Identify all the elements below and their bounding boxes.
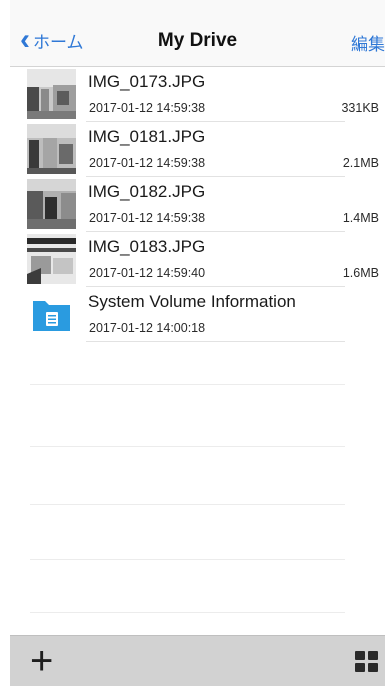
file-name: IMG_0181.JPG <box>88 127 206 146</box>
empty-row-divider <box>30 559 345 560</box>
file-date: 2017-01-12 14:59:40 <box>89 266 206 280</box>
file-size: 1.4MB <box>342 211 379 225</box>
file-row[interactable]: IMG_0183.JPG 2017-01-12 14:59:40 1.6MB <box>10 232 385 287</box>
row-divider <box>86 341 345 342</box>
folder-date: 2017-01-12 14:00:18 <box>89 321 206 335</box>
navigation-bar: ‹ ホーム My Drive 編集 <box>10 0 385 67</box>
folder-icon <box>27 289 76 339</box>
folder-name: System Volume Information <box>88 292 296 311</box>
file-date: 2017-01-12 14:59:38 <box>89 156 206 170</box>
app-screen: ‹ ホーム My Drive 編集 IMG_0173.JPG 2017-01-1… <box>10 0 385 686</box>
photo-thumbnail <box>27 179 76 229</box>
file-size: 331KB <box>341 101 379 115</box>
file-row[interactable]: IMG_0182.JPG 2017-01-12 14:59:38 1.4MB <box>10 177 385 232</box>
file-name: IMG_0182.JPG <box>88 182 206 201</box>
photo-thumbnail <box>27 69 76 119</box>
file-list: IMG_0173.JPG 2017-01-12 14:59:38 331KB I… <box>10 67 385 342</box>
file-date: 2017-01-12 14:59:38 <box>89 101 206 115</box>
folder-row[interactable]: System Volume Information 2017-01-12 14:… <box>10 287 385 342</box>
empty-row-divider <box>30 504 345 505</box>
edit-button[interactable]: 編集 <box>351 30 385 55</box>
file-name: IMG_0173.JPG <box>88 72 206 91</box>
photo-thumbnail <box>27 234 76 284</box>
file-name: IMG_0183.JPG <box>88 237 206 256</box>
grid-view-icon[interactable] <box>355 651 379 673</box>
empty-row-divider <box>30 612 345 613</box>
file-size: 2.1MB <box>342 156 379 170</box>
page-title: My Drive <box>157 30 238 51</box>
empty-row-divider <box>30 446 345 447</box>
empty-row-divider <box>30 384 345 385</box>
file-date: 2017-01-12 14:59:38 <box>89 211 206 225</box>
plus-icon[interactable]: + <box>30 641 53 681</box>
file-row[interactable]: IMG_0173.JPG 2017-01-12 14:59:38 331KB <box>10 67 385 122</box>
photo-thumbnail <box>27 124 76 174</box>
file-size: 1.6MB <box>342 266 379 280</box>
file-row[interactable]: IMG_0181.JPG 2017-01-12 14:59:38 2.1MB <box>10 122 385 177</box>
bottom-toolbar: + <box>10 635 385 686</box>
